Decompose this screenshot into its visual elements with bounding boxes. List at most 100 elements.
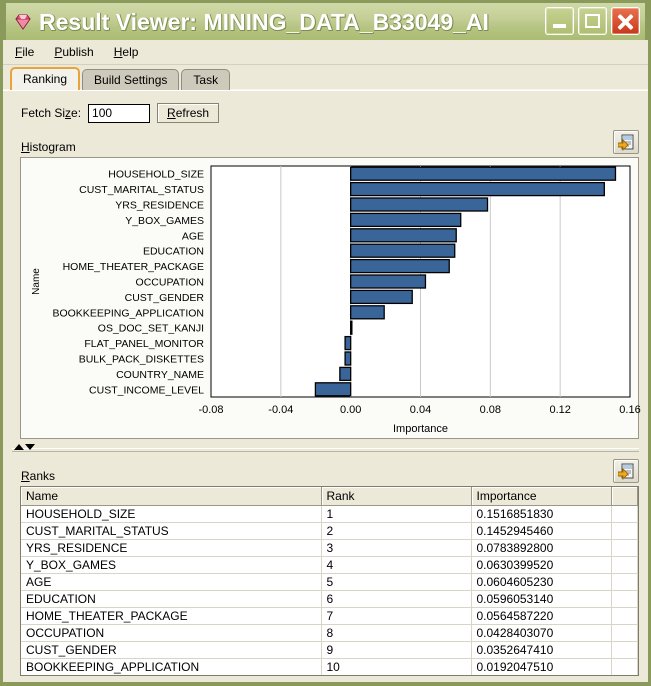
table-row[interactable]: AGE 5 0.0604605230	[21, 573, 638, 591]
tab-build-settings[interactable]: Build Settings	[82, 69, 180, 90]
table-row[interactable]: HOUSEHOLD_SIZE 1 0.1516851830	[21, 505, 638, 523]
cell-rank: 9	[321, 641, 472, 659]
cell-name: EDUCATION	[21, 590, 322, 608]
tab-task[interactable]: Task	[181, 69, 231, 90]
y-axis-tick-label: OCCUPATION	[136, 277, 204, 289]
y-axis-tick-label: CUST_MARITAL_STATUS	[79, 184, 204, 196]
bar[interactable]	[350, 274, 427, 289]
cell-rank: 3	[321, 539, 472, 557]
fetch-size-input[interactable]	[88, 103, 151, 123]
cell-importance: 0.0604605230	[471, 573, 612, 591]
menu-item-publish[interactable]: Publish	[54, 45, 93, 59]
cell-importance: 0.0192047510	[471, 658, 612, 675]
cell-rank: 5	[321, 573, 472, 591]
column-header-spacer[interactable]	[611, 487, 638, 506]
bar[interactable]	[350, 212, 462, 228]
table-row[interactable]: YRS_RESIDENCE 3 0.0783892800	[21, 539, 638, 557]
x-axis-tick-label: 0.08	[480, 404, 501, 416]
bar[interactable]	[350, 289, 413, 305]
table-row[interactable]: EDUCATION 6 0.0596053140	[21, 590, 638, 608]
bar[interactable]	[344, 335, 352, 351]
cell-importance: 0.1452945460	[471, 522, 612, 540]
histogram-export-button[interactable]	[613, 130, 639, 154]
ranks-scrollbar[interactable]	[637, 487, 640, 675]
y-axis-tick-label: CUST_GENDER	[125, 292, 205, 304]
cell-importance: 0.0352647410	[471, 641, 612, 659]
maximize-icon	[585, 14, 600, 28]
cell-importance: 0.0630399520	[471, 556, 612, 574]
cell-name: Y_BOX_GAMES	[21, 556, 322, 574]
bar[interactable]	[344, 351, 352, 366]
cell-rank: 6	[321, 590, 472, 608]
scroll-up-button[interactable]	[639, 487, 640, 503]
splitter-down-icon[interactable]	[25, 444, 35, 450]
y-axis-tick-label: HOME_THEATER_PACKAGE	[63, 261, 204, 273]
bar[interactable]	[339, 366, 352, 382]
cell-spacer	[611, 556, 638, 574]
scroll-down-button[interactable]	[639, 659, 640, 675]
bar[interactable]	[350, 320, 353, 335]
cell-importance: 0.1516851830	[471, 505, 612, 523]
cell-name: BOOKKEEPING_APPLICATION	[21, 658, 322, 675]
y-axis-tick-label: HOUSEHOLD_SIZE	[108, 169, 204, 181]
close-button[interactable]	[611, 7, 640, 35]
y-axis-title: Name	[31, 268, 42, 295]
table-row[interactable]: CUST_GENDER 9 0.0352647410	[21, 641, 638, 659]
refresh-button[interactable]: Refresh	[157, 103, 220, 123]
refresh-mnemonic: R	[167, 106, 176, 120]
tab-strip: Ranking Build Settings Task	[3, 65, 648, 90]
table-row[interactable]: Y_BOX_GAMES 4 0.0630399520	[21, 556, 638, 574]
cell-rank: 8	[321, 624, 472, 642]
y-axis-tick-label: Y_BOX_GAMES	[125, 215, 204, 227]
menu-label-rest: ile	[22, 45, 35, 59]
cell-spacer	[611, 624, 638, 642]
bar[interactable]	[350, 305, 385, 320]
cell-name: OCCUPATION	[21, 624, 322, 642]
bar[interactable]	[314, 382, 352, 397]
column-header-name[interactable]: Name	[21, 487, 322, 506]
ranks-header: Ranks	[3, 457, 648, 483]
table-row[interactable]: BOOKKEEPING_APPLICATION 10 0.0192047510	[21, 658, 638, 675]
export-icon	[618, 463, 634, 480]
y-axis-tick-label: AGE	[182, 230, 204, 242]
scrollbar-thumb[interactable]	[639, 504, 640, 599]
bar[interactable]	[350, 228, 457, 243]
maximize-button[interactable]	[578, 7, 607, 35]
minimize-button[interactable]	[545, 7, 574, 35]
cell-name: CUST_MARITAL_STATUS	[21, 522, 322, 540]
column-header-importance[interactable]: Importance	[471, 487, 612, 506]
x-axis-tick-label: -0.04	[268, 404, 293, 416]
splitter-line	[12, 448, 639, 452]
tab-ranking[interactable]: Ranking	[10, 67, 81, 90]
cell-importance: 0.0428403070	[471, 624, 612, 642]
column-header-rank[interactable]: Rank	[321, 487, 472, 506]
bar[interactable]	[350, 181, 605, 197]
histogram-chart: HOUSEHOLD_SIZE CUST_MARITAL_STATUS YRS_RES…	[20, 157, 641, 439]
ranks-export-button[interactable]	[613, 459, 639, 483]
cell-spacer	[611, 539, 638, 557]
cell-spacer	[611, 658, 638, 675]
menu-label-rest: elp	[122, 45, 139, 59]
table-row[interactable]: HOME_THEATER_PACKAGE 7 0.0564587220	[21, 607, 638, 625]
bar[interactable]	[350, 243, 456, 258]
ranks-table: Name Rank Importance HOUSEHOLD_SIZE 1 0.15…	[21, 487, 638, 675]
cell-importance: 0.0783892800	[471, 539, 612, 557]
panel-splitter[interactable]	[3, 441, 648, 453]
cell-name: HOME_THEATER_PACKAGE	[21, 607, 322, 625]
y-axis-tick-label: BOOKKEEPING_APPLICATION	[52, 307, 204, 319]
menu-item-help[interactable]: Help	[114, 45, 139, 59]
window-title: Result Viewer: MINING_DATA_B33049_AI	[39, 8, 489, 35]
y-axis-tick-label: BULK_PACK_DISKETTES	[79, 354, 204, 366]
ranking-panel: Fetch Size: Refresh Histogram HOUSEHOLD_…	[3, 90, 648, 682]
table-row[interactable]: OCCUPATION 8 0.0428403070	[21, 624, 638, 642]
bar[interactable]	[350, 166, 617, 181]
histogram-svg: HOUSEHOLD_SIZE CUST_MARITAL_STATUS YRS_RES…	[31, 165, 641, 435]
menu-bar: File Publish Help	[3, 40, 648, 65]
bar[interactable]	[350, 258, 450, 274]
gem-icon	[13, 13, 33, 31]
bar[interactable]	[350, 197, 489, 212]
splitter-up-icon[interactable]	[14, 444, 24, 450]
table-row[interactable]: CUST_MARITAL_STATUS 2 0.1452945460	[21, 522, 638, 540]
menu-item-file[interactable]: File	[15, 45, 34, 59]
histogram-label: Histogram	[21, 140, 76, 154]
